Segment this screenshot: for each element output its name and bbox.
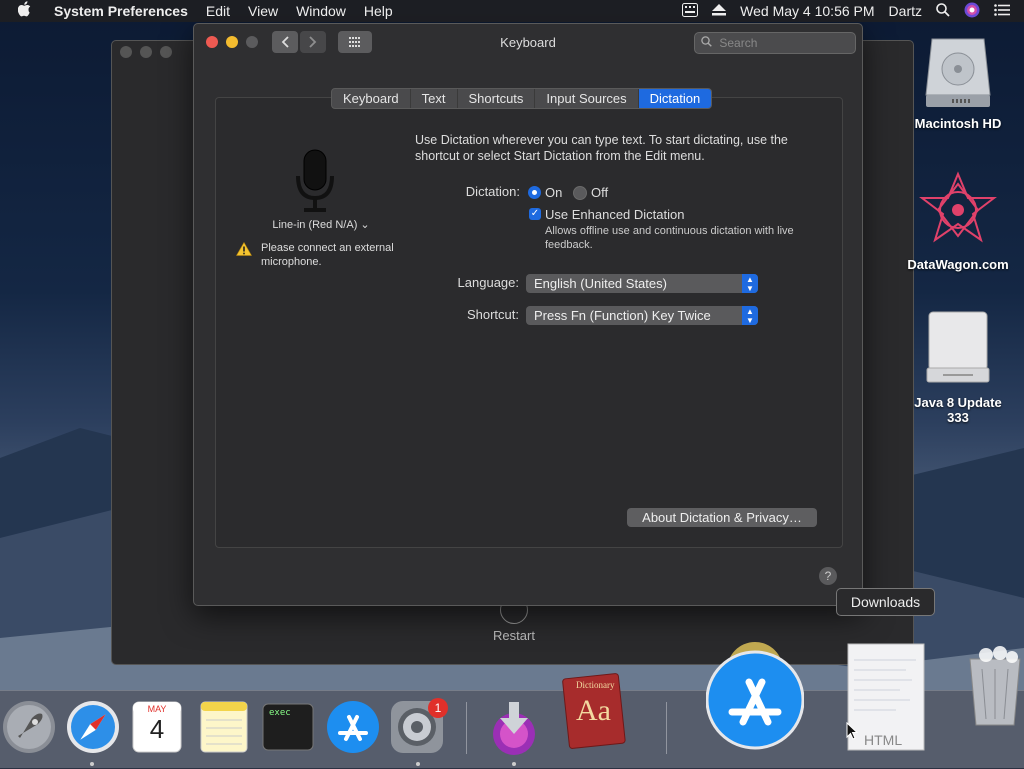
menu-edit[interactable]: Edit [206,3,230,19]
app-store-icon[interactable] [326,700,380,759]
desktop-icon-macintosh-hd[interactable]: Macintosh HD [903,33,1013,131]
downloader-app-icon[interactable] [488,700,540,761]
search-icon [701,33,712,53]
menu-clock[interactable]: Wed May 4 10:56 PM [740,3,874,19]
search-field[interactable]: Search [694,32,856,54]
dictation-off-radio[interactable] [573,186,587,200]
calendar-icon[interactable]: MAY 4 [132,700,182,759]
menu-app-name[interactable]: System Preferences [54,3,188,19]
mouse-cursor-icon [846,721,859,745]
siri-icon[interactable] [964,2,980,21]
about-dictation-privacy-button[interactable]: About Dictation & Privacy… [627,508,817,527]
tab-bar: Keyboard Text Shortcuts Input Sources Di… [331,88,713,109]
microphone-source-select[interactable]: Line-in (Red N/A) ⌄ [246,218,396,231]
warning-text: Please connect an external microphone. [261,242,394,268]
safari-icon[interactable] [66,700,120,759]
desktop-icon-label: Macintosh HD [914,116,1002,131]
hard-drive-icon [903,33,1013,112]
restart-label: Restart [493,628,535,643]
dictionary-text: Aa [576,694,611,727]
notes-icon[interactable] [200,700,248,759]
running-indicator [512,762,516,766]
help-button[interactable]: ? [819,567,837,585]
search-placeholder: Search [719,36,758,50]
dock-separator [466,702,467,754]
calendar-day: 4 [149,714,165,744]
eject-icon[interactable] [712,3,727,19]
bg-zoom-button[interactable] [160,46,172,58]
shortcut-value: Press Fn (Function) Key Twice [534,308,711,323]
shortcut-label: Shortcut: [466,307,519,322]
dictation-off-label[interactable]: Off [591,185,608,200]
desktop-icon-java[interactable]: Java 8 Update 333 [903,310,1013,425]
tab-dictation[interactable]: Dictation [638,89,712,108]
bg-close-button[interactable] [120,46,132,58]
notification-badge: 1 [428,698,448,718]
warning-icon [235,241,253,260]
keyboard-viewer-icon[interactable] [682,2,699,20]
menu-window[interactable]: Window [296,3,346,19]
enhanced-dictation-label[interactable]: Use Enhanced Dictation [545,207,684,222]
microphone-warning: Please connect an external microphone. [235,241,406,269]
tab-shortcuts[interactable]: Shortcuts [458,89,536,108]
language-select[interactable]: English (United States) ▲ ▼ [526,274,758,293]
running-indicator [416,762,420,766]
terminal-text: exec [269,708,291,718]
dictation-on-radio[interactable] [528,186,541,199]
dictionary-icon[interactable]: Dictionary Aa [562,672,628,755]
dictionary-title: Dictionary [576,680,615,690]
trash-icon[interactable] [966,645,1024,732]
calendar-month: MAY [147,704,167,714]
datawagon-logo-icon [903,170,1013,253]
launchpad-icon[interactable] [2,700,56,759]
menu-view[interactable]: View [248,3,278,19]
microphone-icon [294,148,336,219]
dock-separator [666,702,667,754]
downloads-stack-icon[interactable]: HTML [846,640,926,757]
chevron-updown-icon: ▲ ▼ [742,274,758,293]
system-preferences-icon[interactable]: 1 [390,698,448,759]
desktop-icon-label: DataWagon.com [907,257,1009,272]
apple-menu-icon[interactable] [17,0,38,22]
html-file-label: HTML [864,732,903,748]
spotlight-search-icon[interactable] [936,2,950,20]
menu-user[interactable]: Dartz [889,3,922,19]
terminal-icon[interactable]: exec [262,703,314,756]
dictation-description: Use Dictation wherever you can type text… [415,133,788,163]
menu-help[interactable]: Help [364,3,393,19]
app-store-magnified-icon[interactable] [705,640,805,757]
desktop-icon-label: Java 8 Update 333 [914,395,1002,425]
tab-input-sources[interactable]: Input Sources [535,89,639,108]
bg-minimize-button[interactable] [140,46,152,58]
dictation-label: Dictation: [465,184,520,199]
language-value: English (United States) [534,276,667,291]
menu-bar: System Preferences Edit View Window Help… [0,0,1024,22]
dictation-on-label[interactable]: On [545,185,562,200]
keyboard-preferences-window: Keyboard Search Keyboard Text Shortcuts … [193,23,863,606]
enhanced-dictation-description: Allows offline use and continuous dictat… [545,225,794,251]
chevron-updown-icon: ▲ ▼ [742,306,758,325]
language-label: Language: [457,275,519,290]
tab-text[interactable]: Text [411,89,458,108]
enhanced-dictation-checkbox[interactable]: ✓ [529,208,541,220]
tab-keyboard[interactable]: Keyboard [332,89,411,108]
running-indicator [90,762,94,766]
notification-center-icon[interactable] [994,3,1010,19]
desktop-icon-datawagon[interactable]: DataWagon.com [903,170,1013,272]
dock-tooltip: Downloads [836,588,935,616]
shortcut-select[interactable]: Press Fn (Function) Key Twice ▲ ▼ [526,306,758,325]
window-titlebar[interactable]: Keyboard Search [194,24,862,62]
disk-image-icon [903,310,1013,391]
